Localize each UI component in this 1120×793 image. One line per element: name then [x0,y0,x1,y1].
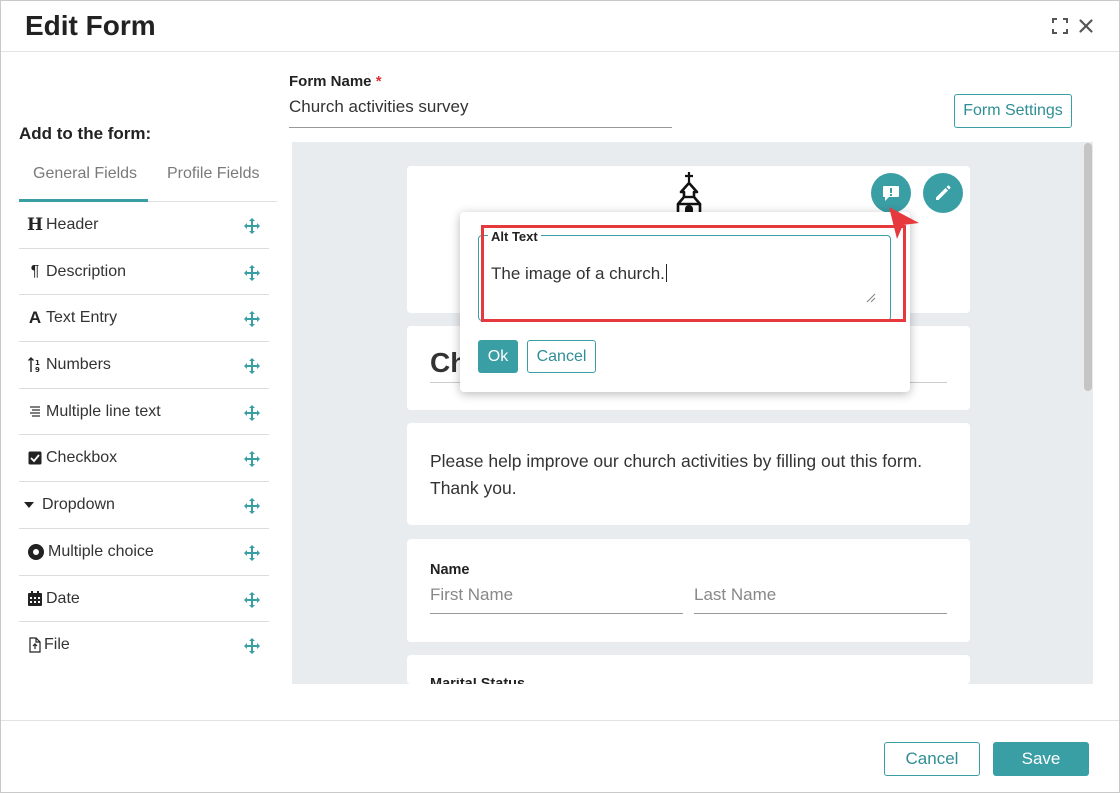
move-icon[interactable] [243,591,261,609]
checkbox-icon [27,449,43,467]
dialog-title: Edit Form [25,10,156,41]
field-label: File [44,636,70,654]
annotation-highlight-box [481,225,906,322]
alt-text-ok-button[interactable]: Ok [478,340,518,373]
field-item-header[interactable]: H Header [19,202,269,249]
paragraph-icon: ¶ [30,262,40,280]
move-icon[interactable] [243,217,261,235]
multiline-icon [27,403,43,421]
header-icon: H [26,215,44,235]
form-description-text: Please help improve our church activitie… [430,451,923,498]
comment-alert-icon [883,186,899,201]
form-name-label: Form Name * [289,73,382,90]
numbers-icon: 19 [27,356,43,374]
svg-text:9: 9 [35,366,40,374]
church-image [676,172,702,214]
fullscreen-icon[interactable] [1050,16,1070,36]
form-name-underline [289,127,672,128]
pencil-icon [936,185,951,200]
form-name-input[interactable]: Church activities survey [289,97,469,117]
field-item-multiple-choice[interactable]: Multiple choice [19,529,269,576]
field-label: Description [46,262,127,280]
first-name-underline [430,613,683,614]
field-label: Checkbox [46,449,118,467]
add-to-form-title: Add to the form: [19,124,152,143]
text-icon: A [28,308,42,328]
edit-image-button[interactable] [923,173,963,213]
field-label: Multiple choice [48,542,154,560]
canvas-scrollbar[interactable] [1084,143,1092,391]
form-name-label-text: Form Name [289,73,372,90]
field-item-description[interactable]: ¶ Description [19,249,269,296]
edit-form-dialog: Edit Form Add to the form: General Field… [0,0,1120,793]
move-icon[interactable] [243,310,261,328]
field-item-text-entry[interactable]: A Text Entry [19,295,269,343]
caret-down-icon [23,496,35,514]
close-icon[interactable] [1076,16,1096,36]
file-icon [27,636,43,654]
field-item-multiline[interactable]: Multiple line text [19,389,269,436]
form-settings-button[interactable]: Form Settings [954,94,1072,128]
tab-profile-fields[interactable]: Profile Fields [167,165,259,183]
calendar-icon [27,590,43,608]
save-button[interactable]: Save [993,742,1089,776]
field-label: Header [46,216,99,233]
field-label: Text Entry [46,309,118,327]
move-icon[interactable] [243,637,261,655]
cancel-button[interactable]: Cancel [884,742,980,776]
move-icon[interactable] [243,357,261,375]
field-item-dropdown[interactable]: Dropdown [19,482,269,529]
field-item-file[interactable]: File [19,622,269,669]
field-item-numbers[interactable]: 19 Numbers [19,342,269,389]
field-label: Dropdown [42,496,115,514]
move-icon[interactable] [243,544,261,562]
field-item-date[interactable]: Date [19,576,269,623]
dialog-titlebar: Edit Form [1,1,1119,52]
name-field-label: Name [430,562,470,578]
field-label: Multiple line text [46,402,161,420]
tab-general-fields[interactable]: General Fields [33,165,137,183]
move-icon[interactable] [243,404,261,422]
field-label: Numbers [46,356,111,374]
field-palette: H Header ¶ Description A Text Entry 19 N… [19,202,269,669]
required-mark: * [375,73,382,90]
annotation-arrow-icon [889,207,919,239]
marital-status-label: Marital Status [430,678,525,684]
first-name-input[interactable]: First Name [430,585,513,605]
alt-text-cancel-button[interactable]: Cancel [527,340,596,373]
dialog-footer-divider [1,720,1119,721]
radio-icon [28,543,44,561]
move-icon[interactable] [243,497,261,515]
field-label: Date [46,589,80,607]
move-icon[interactable] [243,264,261,282]
move-icon[interactable] [243,450,261,468]
last-name-underline [694,613,947,614]
field-item-checkbox[interactable]: Checkbox [19,435,269,483]
last-name-input[interactable]: Last Name [694,585,776,605]
